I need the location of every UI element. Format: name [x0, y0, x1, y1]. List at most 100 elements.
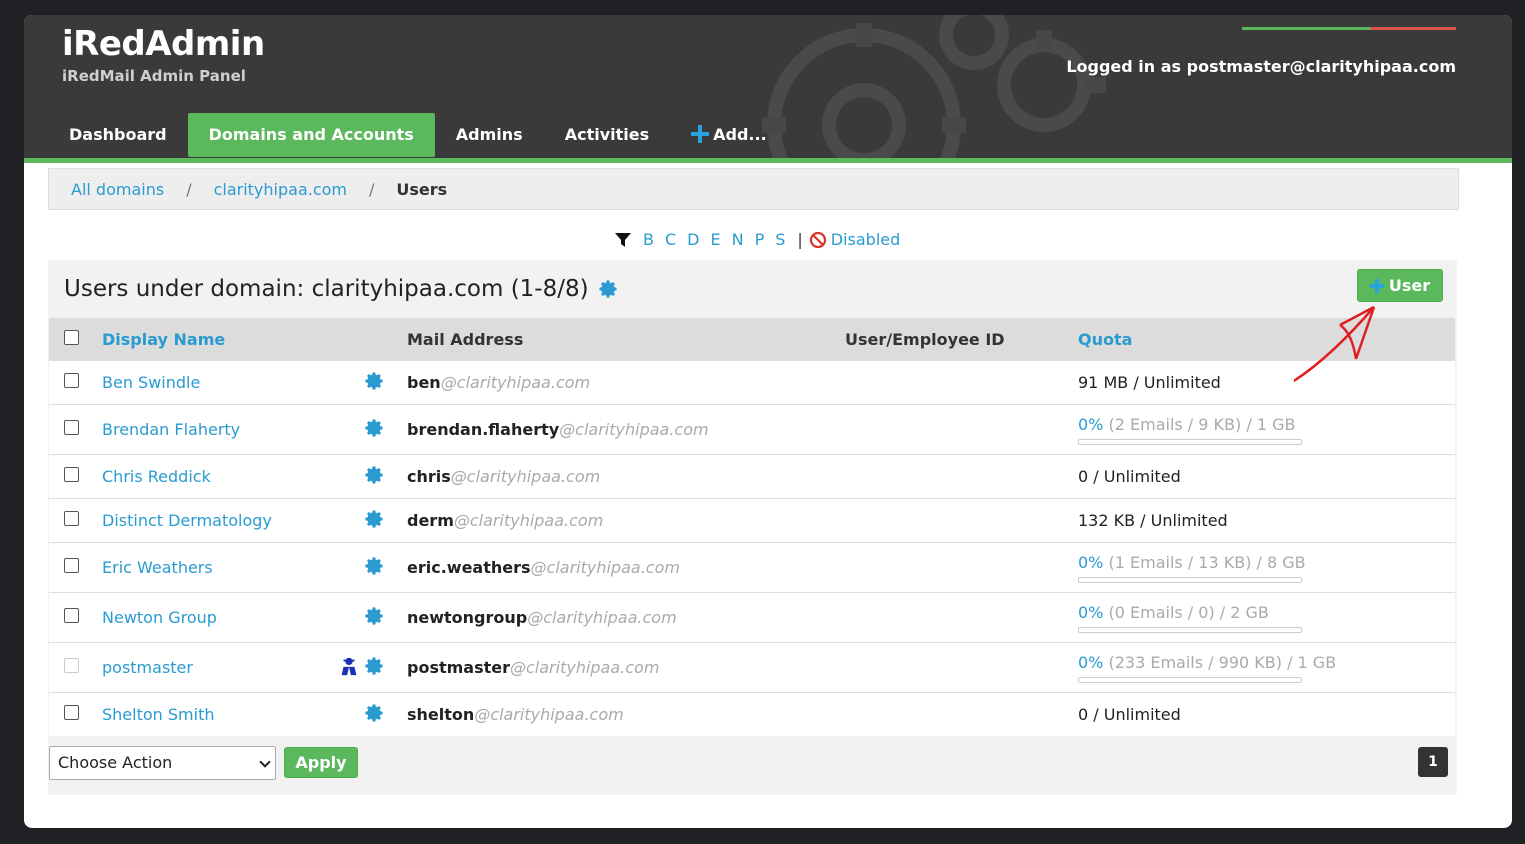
quota-progress-bar: [1078, 576, 1302, 583]
filter-divider: |: [797, 230, 803, 249]
mail-address: newtongroup@clarityhipaa.com: [407, 608, 677, 627]
mail-domain: @clarityhipaa.com: [530, 558, 680, 577]
mail-address: shelton@clarityhipaa.com: [407, 705, 624, 724]
quota-progress-bar: [1078, 676, 1302, 683]
table-row: Distinct Dermatology derm@clarityhipaa.co…: [49, 498, 1455, 542]
nav-activities[interactable]: Activities: [544, 113, 670, 157]
main-nav: Dashboard Domains and Accounts Admins Ac…: [48, 113, 788, 157]
gear-icon[interactable]: [363, 605, 385, 631]
gear-icon[interactable]: [363, 655, 385, 681]
gear-icon[interactable]: [363, 370, 385, 396]
quota-usage: 0% (233 Emails / 990 KB) / 1 GB: [1078, 653, 1336, 683]
quota-value: 91 MB / Unlimited: [1078, 373, 1221, 392]
nav-add[interactable]: Add...: [670, 113, 788, 157]
quota-cell: 0% (1 Emails / 13 KB) / 8 GB: [1078, 553, 1306, 583]
nav-domains-and-accounts[interactable]: Domains and Accounts: [187, 113, 435, 157]
pagination-page[interactable]: 1: [1418, 747, 1448, 777]
filter-letter-e[interactable]: E: [710, 230, 721, 249]
quota-percent: 0%: [1078, 652, 1104, 672]
row-icons: [338, 370, 385, 396]
row-icons: [338, 655, 385, 681]
nav-dashboard[interactable]: Dashboard: [48, 113, 188, 157]
admin-icon: [338, 655, 360, 681]
app-subtitle: iRedMail Admin Panel: [62, 67, 246, 85]
user-display-name-link[interactable]: Shelton Smith: [102, 705, 214, 724]
user-display-name-link[interactable]: Brendan Flaherty: [102, 420, 240, 439]
mail-address: derm@clarityhipaa.com: [407, 511, 603, 530]
row-checkbox[interactable]: [64, 373, 79, 392]
letter-filter: B C D E N P S | Disabled: [614, 230, 900, 249]
quota-usage: 0% (0 Emails / 0) / 2 GB: [1078, 603, 1302, 633]
quota-percent: 0%: [1078, 602, 1104, 622]
mail-username: newtongroup: [407, 608, 528, 627]
quota-value: 0 / Unlimited: [1078, 705, 1181, 724]
quota-cell: 0 / Unlimited: [1078, 467, 1181, 486]
breadcrumb-all-domains[interactable]: All domains: [71, 180, 164, 199]
action-select-value: Choose Action: [58, 753, 173, 772]
row-checkbox[interactable]: [64, 558, 79, 577]
quota-cell: 0% (0 Emails / 0) / 2 GB: [1078, 603, 1302, 633]
add-user-button[interactable]: User: [1357, 269, 1443, 302]
row-checkbox[interactable]: [64, 608, 79, 627]
header: iRedAdmin iRedMail Admin Panel Logged in…: [24, 15, 1512, 163]
gear-icon[interactable]: [363, 417, 385, 443]
filter-letter-s[interactable]: S: [775, 230, 786, 249]
table-row: Chris Reddick chris@clarityhipaa.com 0 / U…: [49, 454, 1455, 498]
nav-admins[interactable]: Admins: [435, 113, 544, 157]
mail-address: ben@clarityhipaa.com: [407, 373, 590, 392]
select-all-checkbox[interactable]: [64, 329, 79, 349]
row-checkbox[interactable]: [64, 511, 79, 530]
row-checkbox[interactable]: [64, 467, 79, 486]
user-display-name-link[interactable]: postmaster: [102, 658, 193, 677]
row-icons: [338, 702, 385, 728]
gear-icon[interactable]: [363, 702, 385, 728]
mail-username: brendan.flaherty: [407, 420, 560, 439]
row-checkbox[interactable]: [64, 705, 79, 724]
app-window: iRedAdmin iRedMail Admin Panel Logged in…: [24, 15, 1512, 828]
quota-detail: (233 Emails / 990 KB) / 1 GB: [1108, 652, 1337, 672]
plus-icon: [1369, 278, 1384, 293]
quota-detail: (1 Emails / 13 KB) / 8 GB: [1108, 552, 1306, 572]
user-display-name-link[interactable]: Chris Reddick: [102, 467, 211, 486]
filter-letter-p[interactable]: P: [755, 230, 766, 249]
filter-letter-d[interactable]: D: [687, 230, 700, 249]
table-row: postmaster postmaster@clarityhipaa.com 0% …: [49, 642, 1455, 692]
header-quota[interactable]: Quota: [1078, 330, 1132, 349]
quota-progress-bar: [1078, 438, 1302, 445]
user-display-name-link[interactable]: Eric Weathers: [102, 558, 213, 577]
mail-username: ben: [407, 373, 441, 392]
table-row: Brendan Flaherty brendan.flaherty@clarity…: [49, 404, 1455, 454]
gear-icon[interactable]: [363, 508, 385, 534]
quota-cell: 0 / Unlimited: [1078, 705, 1181, 724]
panel-title: Users under domain: clarityhipaa.com (1-…: [64, 272, 619, 306]
row-checkbox: [64, 658, 79, 677]
row-checkbox[interactable]: [64, 420, 79, 439]
table-header: Display Name Mail Address User/Employee …: [49, 318, 1455, 360]
apply-button[interactable]: Apply: [284, 747, 358, 778]
plus-icon: [691, 125, 710, 143]
user-display-name-link[interactable]: Ben Swindle: [102, 373, 200, 392]
mail-username: derm: [407, 511, 454, 530]
gear-icon[interactable]: [363, 555, 385, 581]
filter-letter-n[interactable]: N: [732, 230, 745, 249]
breadcrumb-domain[interactable]: clarityhipaa.com: [214, 180, 347, 199]
filter-letter-b[interactable]: B: [643, 230, 655, 249]
action-select[interactable]: Choose Action: [49, 746, 276, 780]
table-row: Newton Group newtongroup@clarityhipaa.com…: [49, 592, 1455, 642]
mail-username: eric.weathers: [407, 558, 531, 577]
header-mail-address: Mail Address: [407, 329, 524, 349]
filter-disabled-link[interactable]: Disabled: [831, 230, 901, 249]
user-display-name-link[interactable]: Distinct Dermatology: [102, 511, 272, 530]
chevron-down-icon: [259, 756, 271, 768]
gears-background-icon: [762, 15, 1106, 158]
header-accent-stripe: [1242, 15, 1456, 30]
header-display-name[interactable]: Display Name: [102, 330, 225, 349]
ban-icon: [809, 231, 826, 248]
user-display-name-link[interactable]: Newton Group: [102, 608, 217, 627]
row-icons: [338, 555, 385, 581]
gear-icon[interactable]: [363, 464, 385, 490]
filter-letter-c[interactable]: C: [665, 230, 677, 249]
quota-usage: 0% (1 Emails / 13 KB) / 8 GB: [1078, 553, 1306, 583]
table-row: Ben Swindle ben@clarityhipaa.com 91 MB / U…: [49, 360, 1455, 404]
gear-icon[interactable]: [597, 278, 619, 306]
